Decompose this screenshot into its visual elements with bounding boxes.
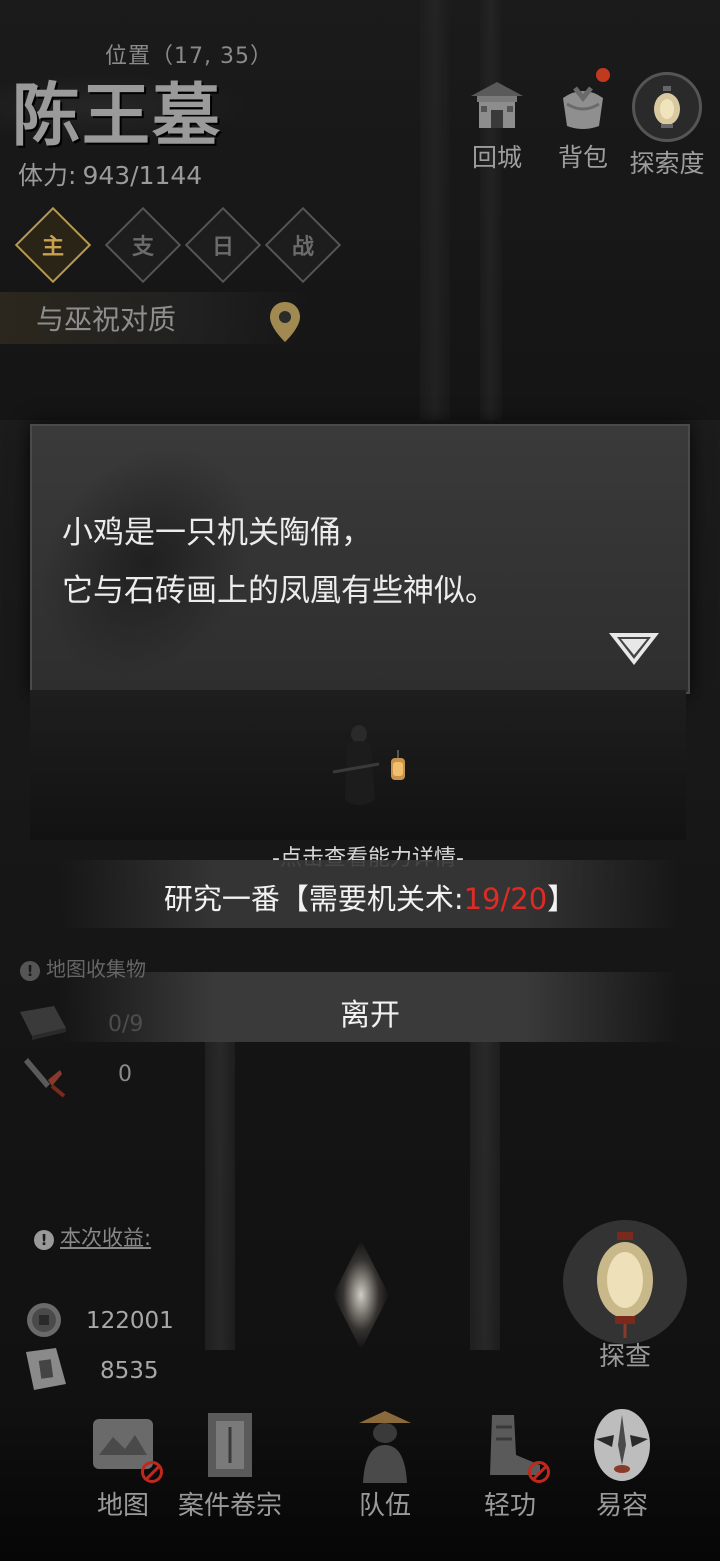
nav-map-label: 地图 xyxy=(96,1491,149,1521)
nav-qinggong[interactable]: 轻功 xyxy=(455,1405,565,1522)
disabled-icon xyxy=(141,1461,163,1483)
location-title: 陈王墓 xyxy=(12,76,223,156)
stamina-label: 体力: xyxy=(18,161,77,190)
stamina-value: 943/1144 xyxy=(82,161,203,190)
scroll-map-icon xyxy=(83,1405,163,1485)
exploration-button[interactable]: 探索度 xyxy=(625,72,709,180)
dagger-icon xyxy=(20,1050,70,1104)
lantern-icon xyxy=(632,72,702,142)
nav-case-files-label: 案件卷宗 xyxy=(177,1491,282,1521)
return-city-button[interactable]: 回城 xyxy=(455,72,539,174)
quest-label: 与巫祝对质 xyxy=(36,303,177,336)
case-file-icon xyxy=(190,1405,270,1485)
stamina-display: 体力: 943/1144 xyxy=(18,156,202,192)
backpack-button[interactable]: 背包 xyxy=(541,72,625,174)
research-suffix: 】 xyxy=(547,882,577,916)
disabled-icon xyxy=(528,1461,550,1483)
dialog-line: 小鸡是一只机关陶俑， xyxy=(62,515,372,551)
research-choice-button[interactable]: 研究一番【需要机关术:19/20】 xyxy=(60,860,680,928)
wall-pillar xyxy=(470,1040,500,1350)
dialog-next-icon[interactable] xyxy=(607,631,661,671)
book-icon xyxy=(16,1002,70,1046)
map-collection-label: 地图收集物 xyxy=(46,957,146,981)
research-requirement: 19/20 xyxy=(463,882,548,916)
lantern-icon xyxy=(563,1220,687,1344)
research-choice-label: 研究一番【需要机关术:19/20】 xyxy=(60,876,680,918)
notification-dot xyxy=(596,68,610,82)
team-icon xyxy=(345,1405,425,1485)
leave-button[interactable]: 离开 xyxy=(60,972,680,1042)
exploration-label: 探索度 xyxy=(629,149,705,178)
earnings-header[interactable]: ! 本次收益: xyxy=(34,1222,151,1252)
return-city-label: 回城 xyxy=(471,143,522,172)
coin-icon xyxy=(24,1300,64,1344)
collection-dagger-value: 0 xyxy=(118,1062,132,1087)
leave-label: 离开 xyxy=(340,998,400,1033)
nav-qinggong-label: 轻功 xyxy=(483,1491,536,1521)
exp-value: 8535 xyxy=(100,1358,159,1384)
nav-team[interactable]: 队伍 xyxy=(330,1405,440,1522)
info-icon: ! xyxy=(20,960,40,981)
tab-daily-label: 日 xyxy=(211,234,234,260)
nav-disguise[interactable]: 易容 xyxy=(567,1405,677,1522)
earnings-label: 本次收益: xyxy=(60,1226,152,1250)
coins-value: 122001 xyxy=(86,1308,174,1334)
nav-team-label: 队伍 xyxy=(358,1491,411,1521)
dialog-box[interactable]: 小鸡是一只机关陶俑， 它与石砖画上的凤凰有些神似。 xyxy=(17,424,690,694)
boots-icon xyxy=(470,1405,550,1485)
bundle-icon xyxy=(551,72,615,136)
tab-side-label: 支 xyxy=(131,234,154,260)
investigate-label: 探查 xyxy=(598,1342,651,1372)
research-prefix: 研究一番【需要机关术: xyxy=(163,882,464,916)
dialog-text: 小鸡是一只机关陶俑， 它与石砖画上的凤凰有些神似。 xyxy=(62,504,496,620)
wall-pillar xyxy=(205,1040,235,1350)
player-character xyxy=(332,720,413,824)
investigate-button[interactable]: 探查 xyxy=(557,1218,693,1372)
nav-map[interactable]: 地图 xyxy=(68,1405,178,1522)
tab-battle-label: 战 xyxy=(291,234,314,260)
nav-case-files[interactable]: 案件卷宗 xyxy=(175,1405,285,1522)
tab-main-label: 主 xyxy=(41,234,64,260)
backpack-label: 背包 xyxy=(557,143,608,172)
collection-book-value: 0/9 xyxy=(108,1012,144,1037)
city-gate-icon xyxy=(465,72,529,136)
manual-icon xyxy=(22,1346,70,1396)
info-icon: ! xyxy=(34,1230,54,1250)
map-pin-icon[interactable] xyxy=(267,300,303,348)
dialog-line: 它与石砖画上的凤凰有些神似。 xyxy=(62,573,496,609)
current-quest[interactable]: 与巫祝对质 xyxy=(0,292,310,344)
nav-disguise-label: 易容 xyxy=(595,1491,648,1521)
map-collection-header[interactable]: ! 地图收集物 xyxy=(20,953,146,982)
opera-mask-icon xyxy=(582,1405,662,1485)
